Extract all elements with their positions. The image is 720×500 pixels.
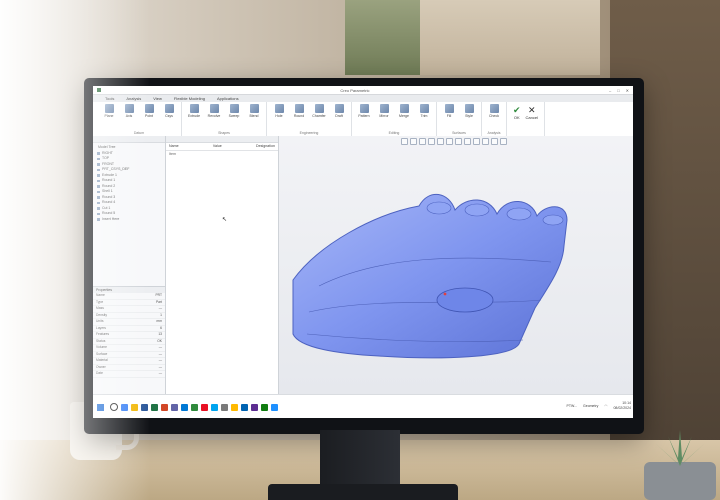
round-button[interactable]: Round bbox=[291, 104, 307, 118]
csys-button[interactable]: Csys bbox=[161, 104, 177, 118]
extrude-button[interactable]: Extrude bbox=[186, 104, 202, 118]
style-icon bbox=[464, 104, 474, 113]
draft-icon bbox=[334, 104, 344, 113]
sweep-icon bbox=[229, 104, 239, 113]
draft-button[interactable]: Draft bbox=[331, 104, 347, 118]
tab-view[interactable]: View bbox=[147, 95, 168, 102]
app-icon[interactable] bbox=[261, 403, 268, 411]
column-designation[interactable]: Designation bbox=[256, 144, 275, 149]
clock[interactable]: 10:14 08/02/2024 bbox=[613, 401, 631, 410]
wall-artwork bbox=[420, 0, 600, 75]
powerpoint-icon[interactable] bbox=[161, 403, 168, 411]
maximize-button[interactable]: □ bbox=[617, 88, 619, 93]
app-icon[interactable] bbox=[231, 403, 238, 411]
ribbon-group-surfaces: Fill Style Surfaces bbox=[437, 102, 482, 136]
wifi-icon[interactable]: ◠ bbox=[604, 404, 607, 408]
mirror-icon bbox=[379, 104, 389, 113]
window-title: Creo Parametric bbox=[340, 87, 370, 93]
extrude-icon bbox=[189, 104, 199, 113]
ribbon-group-engineering: Hole Round Chamfer Draft Engineering bbox=[267, 102, 352, 136]
check-button[interactable]: Check bbox=[486, 104, 502, 118]
ribbon-group-editing: Pattern Mirror Merge Trim Editing bbox=[352, 102, 437, 136]
fill-icon bbox=[444, 104, 454, 113]
app-icon[interactable] bbox=[251, 403, 258, 411]
mirror-button[interactable]: Mirror bbox=[376, 104, 392, 118]
ribbon-group-shapes: Extrude Revolve Sweep Blend Shapes bbox=[182, 102, 267, 136]
column-name[interactable]: Name bbox=[169, 144, 179, 149]
pattern-icon bbox=[359, 104, 369, 113]
blend-icon bbox=[249, 104, 259, 113]
model-notch bbox=[464, 203, 490, 217]
wall-plant-decor bbox=[345, 0, 425, 75]
ok-cancel-group: ✔ OK ✕ Cancel bbox=[507, 102, 545, 136]
teams-icon[interactable] bbox=[171, 403, 178, 411]
parameters-toolbar bbox=[166, 136, 278, 143]
round-icon bbox=[294, 104, 304, 113]
merge-icon bbox=[399, 104, 409, 113]
sweep-button[interactable]: Sweep bbox=[226, 104, 242, 118]
style-button[interactable]: Style bbox=[461, 104, 477, 118]
window-titlebar: Creo Parametric – □ ✕ bbox=[93, 86, 633, 95]
excel-icon[interactable] bbox=[151, 403, 158, 411]
close-icon: ✕ bbox=[528, 105, 536, 115]
monitor: Creo Parametric – □ ✕ Tools Analysis Vie… bbox=[84, 78, 644, 434]
app-icon[interactable] bbox=[201, 403, 208, 411]
mouse-cursor-icon: ↖ bbox=[222, 217, 228, 223]
tab-applications[interactable]: Applications bbox=[211, 95, 245, 102]
monitor-stand-base bbox=[268, 484, 458, 500]
taskbar-item-geometry[interactable]: Geometry bbox=[583, 404, 598, 408]
model-notch bbox=[506, 207, 532, 221]
checkmark-icon: ✔ bbox=[513, 105, 521, 115]
outlook-icon[interactable] bbox=[181, 403, 188, 411]
revolve-button[interactable]: Revolve bbox=[206, 104, 222, 118]
parameters-header: Name Value Designation bbox=[166, 143, 278, 151]
chamfer-icon bbox=[314, 104, 324, 113]
model-notch bbox=[542, 214, 564, 226]
tab-flexible-modeling[interactable]: Flexible Modeling bbox=[168, 95, 211, 102]
taskbar-item-ptw[interactable]: PTW... bbox=[567, 404, 578, 408]
column-value[interactable]: Value bbox=[213, 144, 222, 149]
blend-button[interactable]: Blend bbox=[246, 104, 262, 118]
fill-button[interactable]: Fill bbox=[441, 104, 457, 118]
ribbon-tabs: Tools Analysis View Flexible Modeling Ap… bbox=[93, 95, 633, 102]
graphics-viewport[interactable] bbox=[279, 136, 633, 394]
model-notch bbox=[426, 201, 452, 215]
succulent-plant bbox=[656, 430, 704, 466]
trim-icon bbox=[419, 104, 429, 113]
app-icon[interactable] bbox=[241, 403, 248, 411]
parameter-row[interactable]: Item bbox=[166, 151, 278, 158]
main-area: Model Tree RIGHT TOP FRONT PRT_CSYS_DEF … bbox=[93, 136, 633, 395]
ribbon-group-analysis: Check Analysis bbox=[482, 102, 507, 136]
merge-button[interactable]: Merge bbox=[396, 104, 412, 118]
cancel-button[interactable]: ✕ Cancel bbox=[526, 105, 538, 121]
close-button[interactable]: ✕ bbox=[626, 88, 629, 93]
check-icon bbox=[489, 104, 499, 113]
ribbon: Plane Axis Point Csys Datum Extrude Revo… bbox=[93, 102, 633, 137]
creo-icon[interactable] bbox=[191, 403, 198, 411]
screen: Creo Parametric – □ ✕ Tools Analysis Vie… bbox=[93, 86, 633, 418]
app-icon[interactable] bbox=[211, 403, 218, 411]
origin-marker bbox=[443, 292, 447, 296]
ok-button[interactable]: ✔ OK bbox=[513, 105, 521, 121]
trim-button[interactable]: Trim bbox=[416, 104, 432, 118]
pattern-button[interactable]: Pattern bbox=[356, 104, 372, 118]
csys-icon bbox=[164, 104, 174, 113]
taskbar: PTW... Geometry ◠ 10:14 08/02/2024 bbox=[93, 394, 633, 418]
cad-model[interactable] bbox=[279, 136, 633, 394]
app-icon[interactable] bbox=[221, 403, 228, 411]
chamfer-button[interactable]: Chamfer bbox=[311, 104, 327, 118]
monitor-stand bbox=[320, 430, 400, 490]
hole-icon bbox=[274, 104, 284, 113]
model-pocket[interactable] bbox=[436, 287, 494, 313]
parameters-panel: Name Value Designation Item ↖ bbox=[166, 136, 279, 394]
revolve-icon bbox=[209, 104, 219, 113]
app-icon[interactable] bbox=[271, 403, 278, 411]
hole-button[interactable]: Hole bbox=[271, 104, 287, 118]
minimize-button[interactable]: – bbox=[609, 88, 611, 93]
system-tray: PTW... Geometry ◠ 10:14 08/02/2024 bbox=[567, 401, 631, 410]
foreground-blur bbox=[0, 0, 150, 500]
